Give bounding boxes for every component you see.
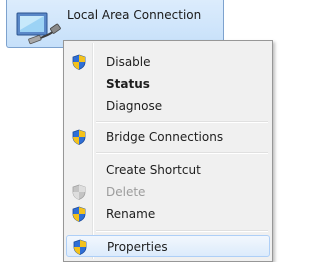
connection-name: Local Area Connection <box>67 8 202 22</box>
uac-shield-icon <box>72 129 86 145</box>
network-adapter-icon <box>15 10 63 46</box>
menu-item-rename[interactable]: Rename <box>66 203 270 225</box>
menu-item-bridge-connections[interactable]: Bridge Connections <box>66 126 270 148</box>
menu-separator <box>96 152 268 154</box>
menu-item-label: Disable <box>106 55 151 69</box>
menu-item-label: Diagnose <box>106 99 163 113</box>
menu-separator <box>96 121 268 123</box>
menu-item-disable[interactable]: Disable <box>66 51 270 73</box>
menu-item-label: Delete <box>106 185 146 199</box>
menu-item-properties[interactable]: Properties <box>66 235 270 257</box>
uac-shield-icon <box>72 184 86 200</box>
context-menu: Disable Status Diagnose Bridge Connectio… <box>63 40 273 262</box>
uac-shield-icon <box>72 206 86 222</box>
menu-item-label: Bridge Connections <box>106 130 224 144</box>
menu-item-label: Status <box>106 77 150 91</box>
menu-item-delete: Delete <box>66 181 270 203</box>
menu-item-label: Create Shortcut <box>106 163 201 177</box>
uac-shield-icon <box>72 54 86 70</box>
menu-item-label: Rename <box>106 207 156 221</box>
menu-item-status[interactable]: Status <box>66 73 270 95</box>
uac-shield-icon <box>73 239 87 255</box>
menu-item-label: Properties <box>107 240 168 254</box>
menu-separator <box>96 230 268 232</box>
menu-item-diagnose[interactable]: Diagnose <box>66 95 270 117</box>
menu-item-create-shortcut[interactable]: Create Shortcut <box>66 159 270 181</box>
